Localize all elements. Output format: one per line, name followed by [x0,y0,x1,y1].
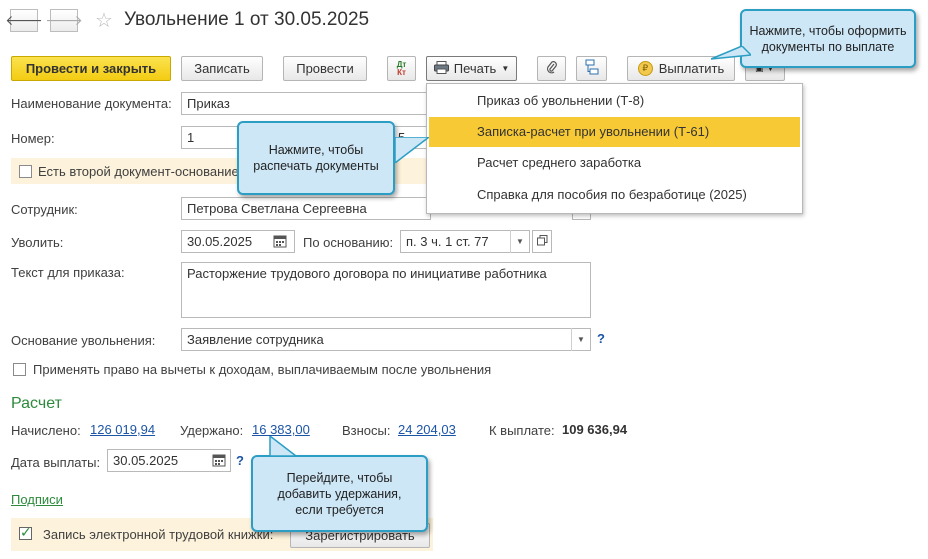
printer-icon [433,60,449,77]
save-button[interactable]: Записать [181,56,263,81]
page-title: Увольнение 1 от 30.05.2025 [124,9,370,30]
order-text-field[interactable]: Расторжение трудового договора по инициа… [181,262,591,318]
print-label: Печать [453,61,497,76]
order-text-label: Текст для приказа: [11,265,125,280]
accrued-link[interactable]: 126 019,94 [90,422,155,437]
pay-tooltip: Нажмите, чтобы оформить документы по вып… [740,9,916,68]
deductions-label: Применять право на вычеты к доходам, вып… [33,362,492,377]
dtkt-icon-bottom: Кт [397,67,406,77]
contrib-link[interactable]: 24 204,03 [398,422,456,437]
menu-item-avg-salary[interactable]: Расчет среднего заработка [429,148,800,178]
calendar-icon[interactable] [212,453,226,470]
paperclip-icon [546,60,558,77]
doc-name-field[interactable]: Приказ [181,92,431,115]
doc-name-label: Наименование документа: [11,96,172,111]
structure-button[interactable] [576,56,607,81]
print-tooltip-pointer [389,136,432,166]
dismiss-label: Уволить: [11,235,64,250]
print-menu: Приказ об увольнении (Т-8) Записка-расче… [426,83,803,214]
withheld-tooltip-pointer [266,434,299,461]
arrow-right-icon: 🡒 [45,12,83,28]
signatures-link[interactable]: Подписи [11,492,63,507]
help-icon[interactable]: ? [236,453,244,468]
star-icon[interactable]: ☆ [95,8,113,33]
help-icon[interactable]: ? [597,331,605,346]
payout-value: 109 636,94 [562,422,628,437]
open-window-icon [536,234,548,249]
checkmark-icon: ✓ [20,524,32,540]
print-tooltip-text: Нажмите, чтобы распечать документы [253,143,379,173]
print-button[interactable]: Печать ▼ [426,56,517,81]
pay-label: Выплатить [658,61,725,76]
labor-book-checkbox[interactable]: ✓ [19,524,32,540]
chevron-down-icon: ▼ [501,64,510,73]
number-label: Номер: [11,131,55,146]
menu-item-unemployment-certificate[interactable]: Справка для пособия по безработице (2025… [429,180,800,210]
second-doc-checkbox[interactable] [19,165,32,178]
pay-tooltip-text: Нажмите, чтобы оформить документы по вып… [749,23,907,54]
post-and-close-button[interactable]: Провести и закрыть [11,56,171,81]
pay-tooltip-pointer [710,45,753,63]
reason-label: Основание увольнения: [11,333,156,348]
second-doc-label: Есть второй документ-основание [38,164,239,179]
calc-section-title: Расчет [11,395,62,412]
menu-item-t8[interactable]: Приказ об увольнении (Т-8) [429,86,800,116]
post-button[interactable]: Провести [283,56,367,81]
menu-item-t61[interactable]: Записка-расчет при увольнении (Т-61) [429,117,800,147]
calendar-icon[interactable] [273,234,287,251]
payout-label: К выплате: [489,423,555,438]
contrib-label: Взносы: [342,423,391,438]
ruble-coin-icon: ₽ [637,61,653,76]
pay-date-label: Дата выплаты: [11,455,101,470]
forward-button[interactable]: 🡒 [45,9,83,32]
basis-label: По основанию: [303,235,394,250]
accrued-label: Начислено: [11,423,81,438]
withheld-tooltip-text: Перейдите, чтобы добавить удержания, есл… [277,470,402,517]
withheld-tooltip: Перейдите, чтобы добавить удержания, есл… [251,455,428,532]
labor-book-label: Запись электронной трудовой книжки: [43,527,274,542]
print-tooltip: Нажмите, чтобы распечать документы [237,121,395,195]
employee-field[interactable]: Петрова Светлана Сергеевна [181,197,431,220]
dtkt-button[interactable]: Дт Кт [387,56,416,81]
attach-button[interactable] [537,56,566,81]
deductions-checkbox[interactable] [13,363,26,376]
hierarchy-icon [584,59,600,78]
open-basis-button[interactable] [532,230,552,253]
chevron-down-icon[interactable]: ▼ [510,230,529,253]
back-button[interactable]: 🡐 [5,9,43,32]
arrow-left-icon: 🡐 [5,12,43,28]
reason-field[interactable]: Заявление сотрудника [181,328,591,351]
employee-label: Сотрудник: [11,202,78,217]
withheld-link[interactable]: 16 383,00 [252,422,310,437]
chevron-down-icon[interactable]: ▼ [571,328,590,351]
withheld-label: Удержано: [180,423,244,438]
